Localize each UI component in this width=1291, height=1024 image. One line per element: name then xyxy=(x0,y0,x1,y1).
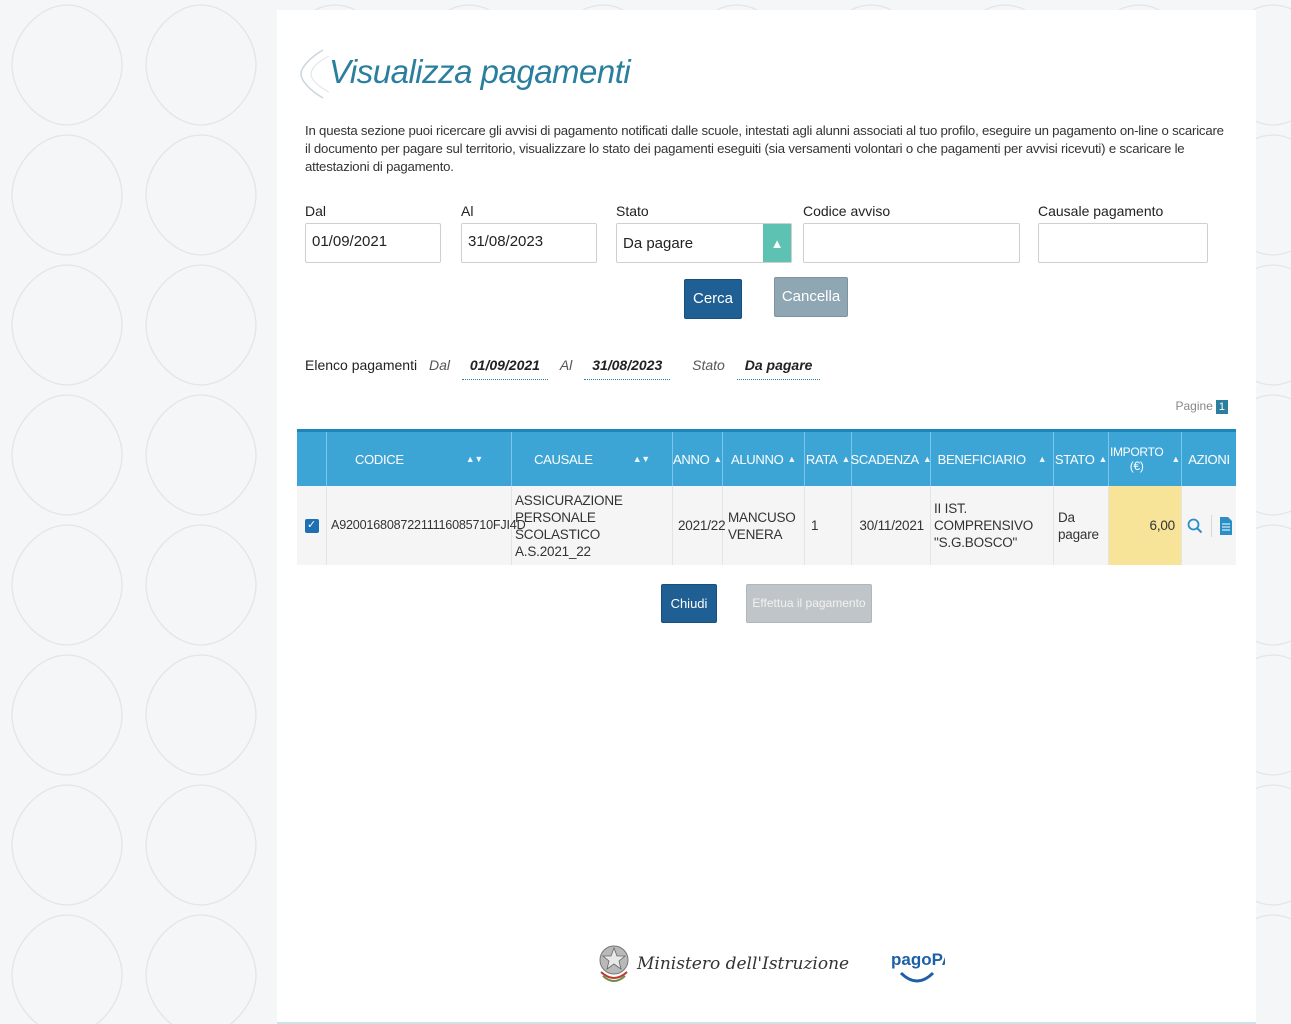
header-select-col xyxy=(297,432,327,486)
filter-codice-input[interactable] xyxy=(803,223,1020,263)
document-icon[interactable] xyxy=(1219,516,1232,535)
cell-scadenza: 30/11/2021 xyxy=(852,486,931,565)
cell-azioni xyxy=(1182,486,1236,565)
select-arrows-icon: ▲ xyxy=(763,224,791,262)
sort-icon: ▲ xyxy=(1171,454,1181,464)
sort-icon: ▲▼ xyxy=(632,454,651,464)
filter-stato-value: Da pagare xyxy=(623,234,694,252)
main-panel: Visualizza pagamenti In questa sezione p… xyxy=(277,10,1256,1024)
header-stato-label: STATO xyxy=(1054,451,1095,467)
cell-causale-line2: PERSONALE SCOLASTICO xyxy=(515,509,601,542)
cell-alunno: MANCUSO VENERA xyxy=(723,486,805,565)
sort-icon: ▲ xyxy=(1037,454,1047,464)
filter-causale-input[interactable] xyxy=(1038,223,1208,263)
header-anno[interactable]: ANNO ▲ xyxy=(673,432,723,486)
payments-table: CODICE ▲▼ CAUSALE ▲▼ ANNO ▲ ALUNNO ▲ RAT… xyxy=(297,429,1236,565)
header-scadenza-label: SCADENZA xyxy=(850,451,920,467)
cerca-button[interactable]: Cerca xyxy=(684,279,742,319)
header-rata[interactable]: RATA ▲ xyxy=(805,432,852,486)
page-intro: In questa sezione puoi ricercare gli avv… xyxy=(305,123,1224,174)
header-importo-label: IMPORTO xyxy=(1109,445,1164,459)
header-beneficiario-label: BENEFICIARIO xyxy=(937,451,1026,467)
filter-dal-input[interactable]: 01/09/2021 xyxy=(305,223,441,263)
ministero-logo: Ministero dell'Istruzione xyxy=(597,942,849,986)
page-title: Visualizza pagamenti xyxy=(329,53,631,90)
summary-dal-label: Dal xyxy=(428,357,450,373)
search-icon[interactable] xyxy=(1187,518,1203,534)
pagopa-text: pagoPA xyxy=(891,950,945,969)
pagination-label: Pagine xyxy=(1175,399,1213,413)
results-summary: Elenco pagamenti Dal 01/09/2021 Al 31/08… xyxy=(305,357,821,380)
header-beneficiario[interactable]: BENEFICIARIO ▲ xyxy=(931,432,1054,486)
header-codice[interactable]: CODICE ▲▼ xyxy=(327,432,512,486)
header-causale-label: CAUSALE xyxy=(534,451,593,467)
cell-beneficiario-line1: II IST. COMPRENSIVO xyxy=(934,501,1034,533)
header-azioni-label: AZIONI xyxy=(1188,451,1230,467)
table-header-row: CODICE ▲▼ CAUSALE ▲▼ ANNO ▲ ALUNNO ▲ RAT… xyxy=(297,429,1236,486)
cancella-button[interactable]: Cancella xyxy=(774,277,848,317)
chiudi-button[interactable]: Chiudi xyxy=(661,584,717,623)
row-checkbox[interactable]: ✓ xyxy=(304,518,319,533)
table-row: ✓ A92001680872211116085710FJI4D ASSICURA… xyxy=(297,486,1236,565)
pagopa-mark-icon: pagoPA xyxy=(891,950,954,983)
sort-icon: ▲ xyxy=(1098,454,1108,464)
header-importo-unit: (€) xyxy=(1129,459,1144,473)
filter-al-input[interactable]: 31/08/2023 xyxy=(461,223,597,263)
filter-stato-select[interactable]: Da pagare ▲ xyxy=(616,223,792,263)
cell-stato: Da pagare xyxy=(1054,486,1109,565)
summary-al-label: Al xyxy=(559,357,573,373)
summary-dal-value: 01/09/2021 xyxy=(461,357,548,380)
summary-stato-value: Da pagare xyxy=(736,357,821,380)
emblem-icon xyxy=(599,945,629,982)
cell-stato-line2: pagare xyxy=(1058,526,1099,542)
header-causale[interactable]: CAUSALE ▲▼ xyxy=(512,432,673,486)
header-alunno-label: ALUNNO xyxy=(731,451,784,467)
row-select-cell: ✓ xyxy=(297,486,327,565)
filter-codice-label: Codice avviso xyxy=(803,203,891,219)
sort-icon: ▲ xyxy=(841,454,851,464)
summary-label: Elenco pagamenti xyxy=(305,357,418,373)
header-alunno[interactable]: ALUNNO ▲ xyxy=(723,432,805,486)
header-importo[interactable]: IMPORTO (€) ▲ xyxy=(1109,432,1182,486)
header-rata-label: RATA xyxy=(805,451,838,467)
header-azioni: AZIONI xyxy=(1182,432,1236,486)
cell-beneficiario-line2: "S.G.BOSCO" xyxy=(934,535,1018,550)
cell-causale-line1: ASSICURAZIONE xyxy=(515,492,623,508)
pagination: Pagine 1 xyxy=(1175,399,1228,414)
pagopa-logo: pagoPA xyxy=(889,945,954,996)
sort-icon: ▲ xyxy=(713,454,722,464)
cell-causale: ASSICURAZIONE PERSONALE SCOLASTICO A.S.2… xyxy=(512,486,673,565)
header-stato[interactable]: STATO ▲ xyxy=(1054,432,1109,486)
cell-importo: 6,00 xyxy=(1109,486,1182,565)
summary-stato-label: Stato xyxy=(692,357,725,373)
header-codice-label: CODICE xyxy=(355,451,404,467)
filter-dal-label: Dal xyxy=(305,203,327,219)
effettua-pagamento-button[interactable]: Effettua il pagamento xyxy=(746,584,872,623)
cell-codice: A92001680872211116085710FJI4D xyxy=(327,486,526,565)
cell-causale-line3: A.S.2021_22 xyxy=(515,543,591,559)
summary-al-value: 31/08/2023 xyxy=(584,357,671,380)
filter-stato-label: Stato xyxy=(616,203,649,219)
sort-icon: ▲▼ xyxy=(465,454,484,464)
sort-icon: ▲ xyxy=(787,454,796,464)
cell-stato-line1: Da xyxy=(1058,509,1075,525)
filter-causale-label: Causale pagamento xyxy=(1038,203,1164,219)
cell-beneficiario: II IST. COMPRENSIVO "S.G.BOSCO" xyxy=(931,486,1054,565)
cell-rata: 1 xyxy=(805,486,852,565)
header-anno-label: ANNO xyxy=(673,451,710,467)
actions-divider xyxy=(1210,514,1212,537)
page-number-link[interactable]: 1 xyxy=(1215,400,1228,414)
header-scadenza[interactable]: SCADENZA ▲ xyxy=(850,432,932,486)
cell-anno: 2021/22 xyxy=(673,486,726,565)
ministero-text: Ministero dell'Istruzione xyxy=(637,954,850,974)
filter-al-label: Al xyxy=(461,203,474,219)
cell-alunno-line1: MANCUSO xyxy=(728,509,796,525)
cell-alunno-line2: VENERA xyxy=(728,526,783,542)
